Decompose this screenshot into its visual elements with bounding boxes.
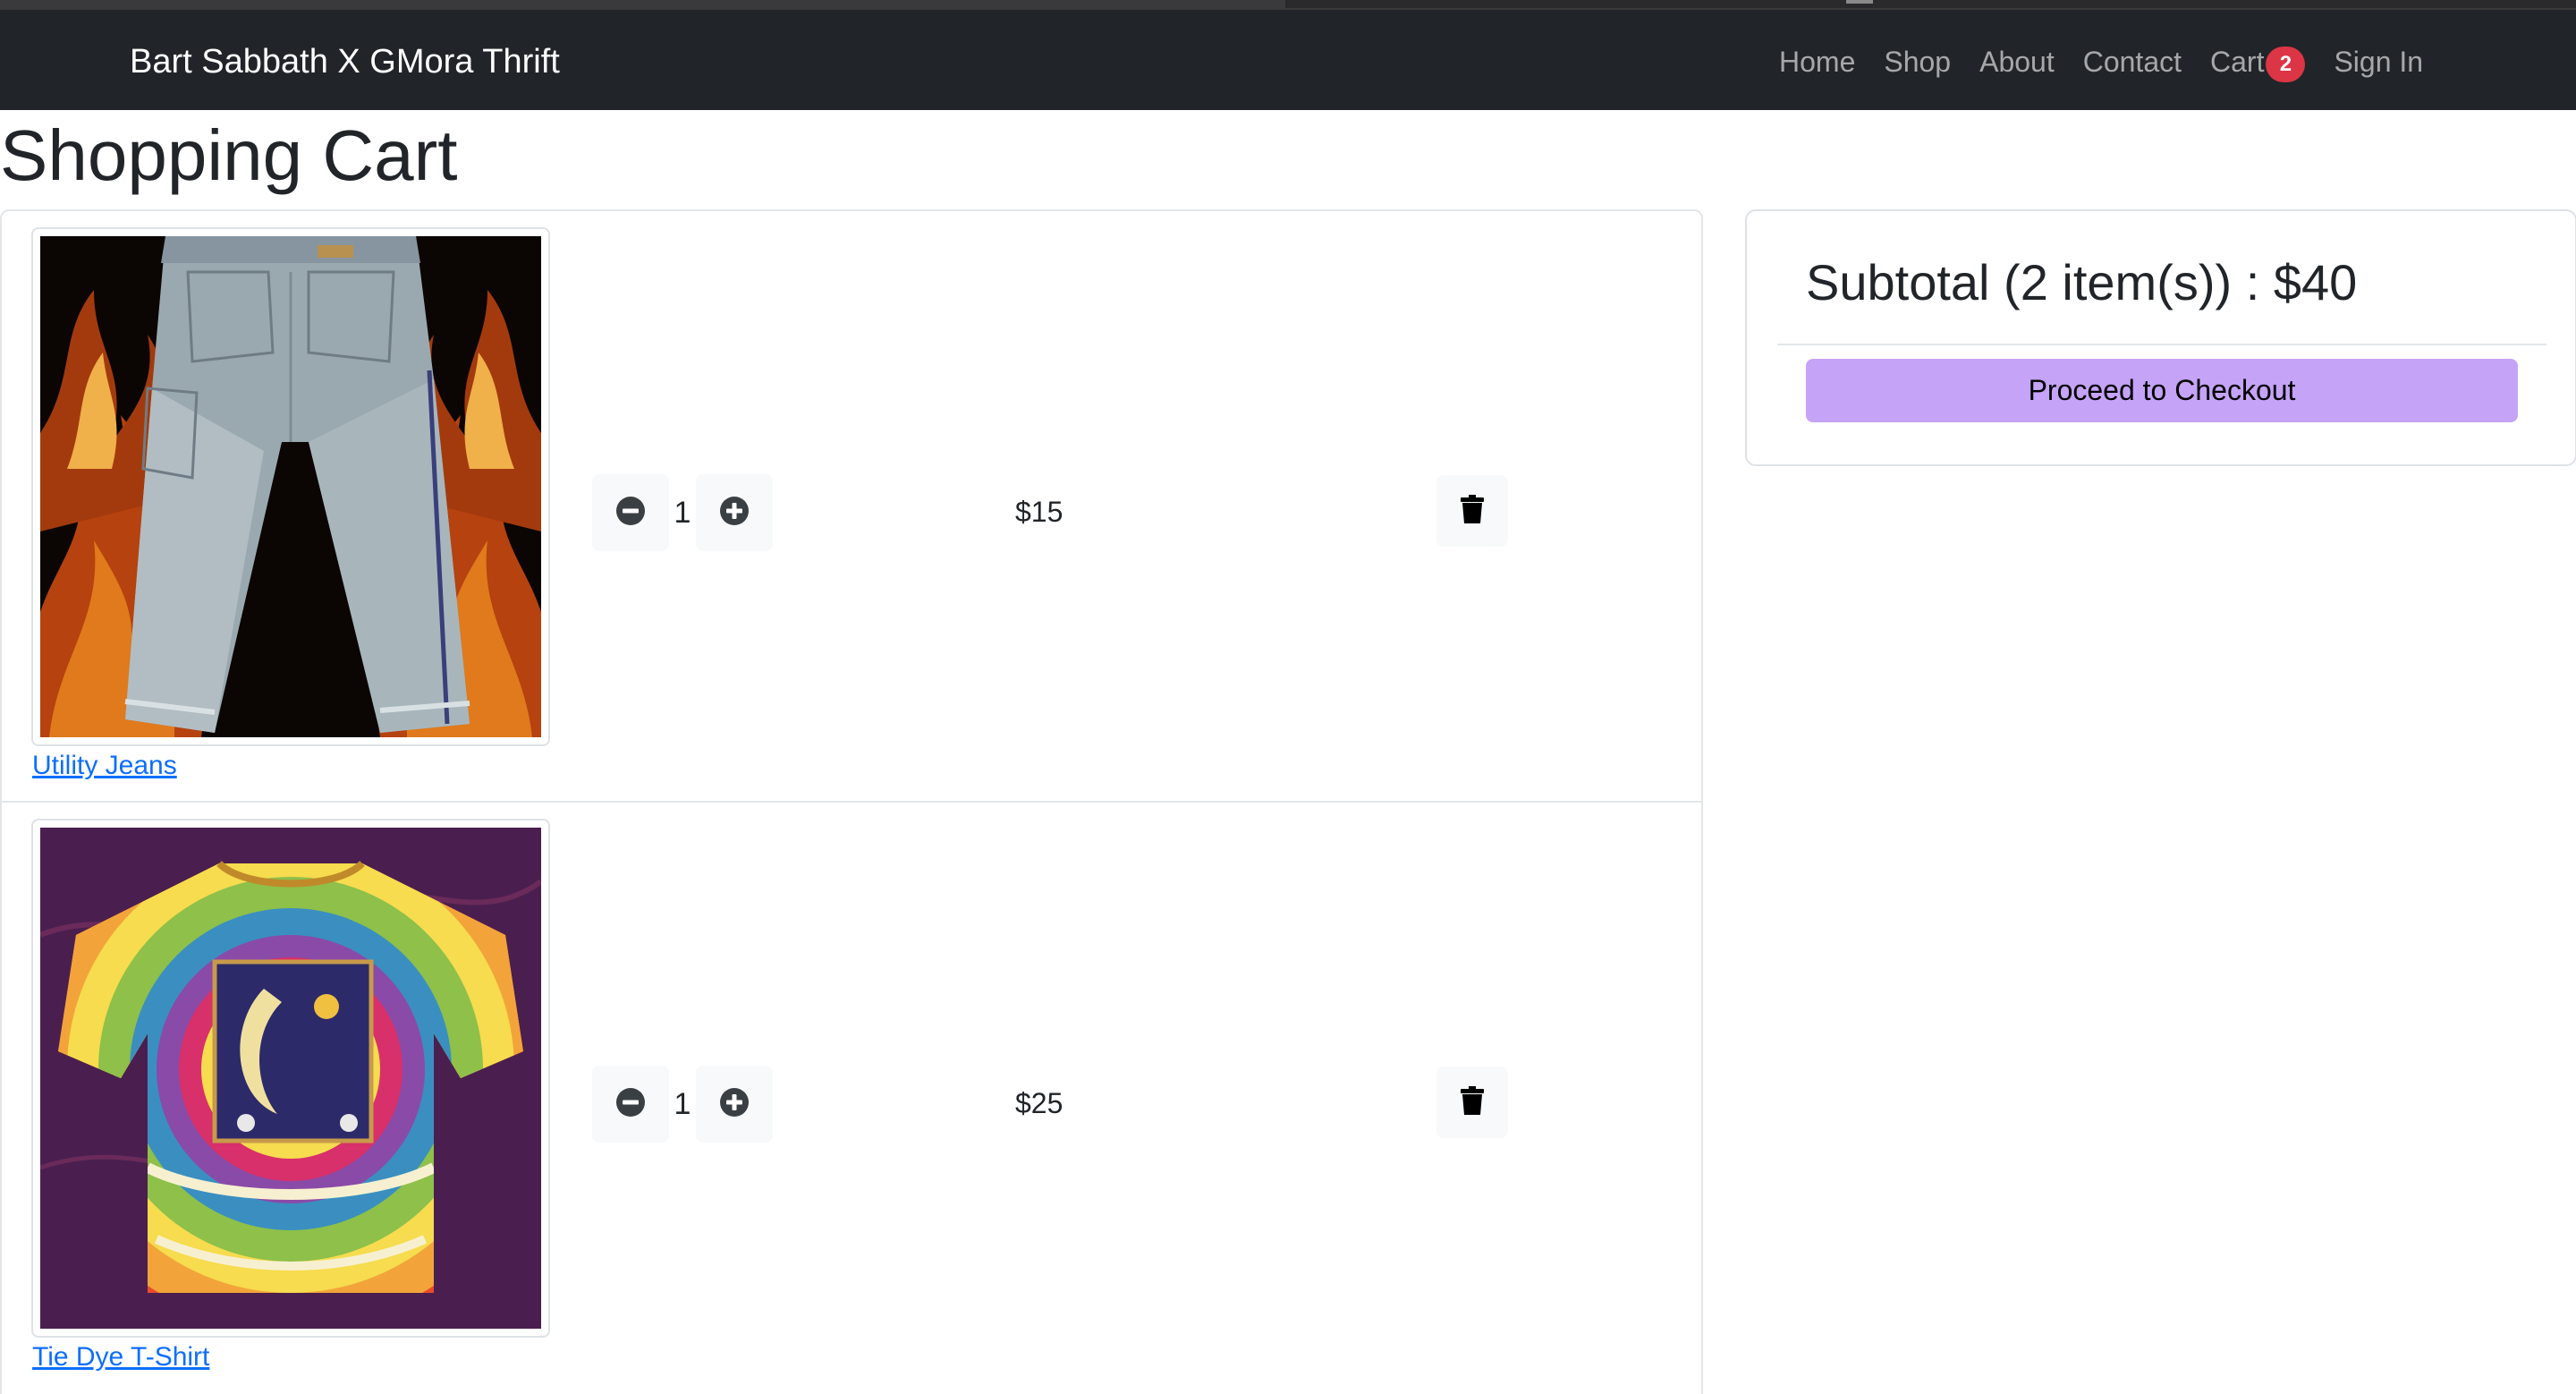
plus-circle-icon bbox=[719, 496, 750, 531]
product-thumbnail[interactable] bbox=[31, 819, 550, 1338]
quantity-value: 1 bbox=[674, 1086, 691, 1121]
navbar: Bart Sabbath X GMora Thrift Home Shop Ab… bbox=[0, 10, 2576, 110]
minus-circle-icon bbox=[615, 1087, 646, 1122]
increment-button[interactable] bbox=[696, 1066, 773, 1143]
cart-items-list: Utility Jeans 1 $15 Tie Dye T-Shirt 1 $2… bbox=[0, 209, 1703, 1394]
cart-label: Cart bbox=[2210, 46, 2265, 78]
item-price: $25 bbox=[1015, 1087, 1063, 1119]
brand-link[interactable]: Bart Sabbath X GMora Thrift bbox=[130, 42, 560, 81]
cart-count-badge: 2 bbox=[2266, 47, 2306, 82]
product-thumbnail[interactable] bbox=[31, 227, 550, 746]
remove-item-button[interactable] bbox=[1436, 475, 1508, 547]
subtotal-text: Subtotal (2 item(s)) : $40 bbox=[1806, 254, 2358, 310]
quantity-value: 1 bbox=[674, 495, 691, 530]
trash-icon bbox=[1461, 1085, 1484, 1119]
nav-link-shop[interactable]: Shop bbox=[1884, 42, 1951, 81]
nav-link-home[interactable]: Home bbox=[1779, 42, 1855, 81]
nav-link-sign-in[interactable]: Sign In bbox=[2334, 42, 2423, 81]
trash-icon bbox=[1461, 494, 1484, 528]
increment-button[interactable] bbox=[696, 474, 773, 551]
remove-item-button[interactable] bbox=[1436, 1067, 1508, 1138]
tshirt-photo bbox=[40, 828, 541, 1329]
product-link[interactable]: Utility Jeans bbox=[32, 748, 177, 784]
jeans-photo bbox=[40, 236, 541, 737]
nav-link-cart[interactable]: Cart 2 bbox=[2210, 41, 2306, 82]
browser-top-strip bbox=[0, 0, 2576, 10]
product-link[interactable]: Tie Dye T-Shirt bbox=[32, 1339, 209, 1375]
decrement-button[interactable] bbox=[592, 1066, 669, 1143]
page-title: Shopping Cart bbox=[0, 115, 458, 195]
item-price: $15 bbox=[1015, 496, 1063, 528]
nav-link-contact[interactable]: Contact bbox=[2083, 42, 2182, 81]
cart-item: Tie Dye T-Shirt 1 $25 bbox=[2, 803, 1701, 1394]
cart-item: Utility Jeans 1 $15 bbox=[2, 211, 1701, 803]
quantity-stepper: 1 bbox=[592, 474, 773, 551]
browser-tab-highlight bbox=[1285, 0, 2576, 8]
nav-links: Home Shop About Contact Cart 2 Sign In bbox=[1779, 41, 2452, 82]
order-summary-card: Subtotal (2 item(s)) : $40 Proceed to Ch… bbox=[1745, 209, 2576, 466]
plus-circle-icon bbox=[719, 1087, 750, 1122]
decrement-button[interactable] bbox=[592, 474, 669, 551]
browser-tab-indicator bbox=[1846, 0, 1873, 4]
quantity-stepper: 1 bbox=[592, 1066, 773, 1143]
proceed-to-checkout-button[interactable]: Proceed to Checkout bbox=[1806, 359, 2518, 422]
minus-circle-icon bbox=[615, 496, 646, 531]
summary-divider bbox=[1777, 344, 2546, 345]
nav-link-about[interactable]: About bbox=[1979, 42, 2055, 81]
